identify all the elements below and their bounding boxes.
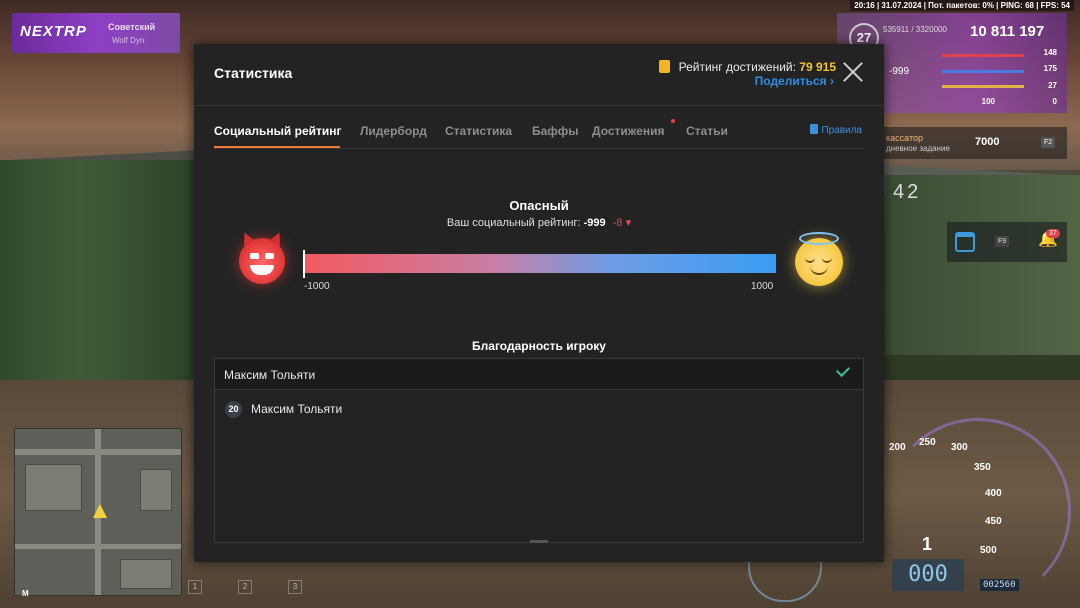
rating-status-line: Ваш социальный рейтинг: -999 -8 ▾ xyxy=(194,216,884,229)
odometer: 002560 xyxy=(980,579,1019,591)
server-brand: NEXTRP xyxy=(20,23,87,40)
angel-emoji-icon xyxy=(795,232,843,286)
trophy-icon xyxy=(659,60,671,73)
job-subtitle: дневное задание xyxy=(886,144,950,153)
minimap-building xyxy=(140,469,172,511)
check-icon xyxy=(835,362,851,378)
gear-indicator: 1 xyxy=(922,534,933,554)
devil-emoji-icon xyxy=(239,230,285,284)
money-counter: 10 811 197 xyxy=(970,23,1045,40)
tab-leaderboard[interactable]: Лидерборд xyxy=(360,124,427,138)
achievement-rating-label: Рейтинг достижений: xyxy=(678,60,796,74)
armor-bar xyxy=(942,70,1024,73)
speedometer: 200 250 300 350 400 450 500 1 000 002560 xyxy=(875,418,1075,608)
speed-tick: 350 xyxy=(974,462,991,473)
health-bar xyxy=(942,54,1024,57)
server-logo: NEXTRP Советский Wolf Dyn xyxy=(12,13,180,53)
list-item[interactable]: 20 Максим Тольяти xyxy=(215,398,863,422)
rating-value: -999 xyxy=(583,217,606,229)
selected-player: Максим Тольяти xyxy=(224,368,316,382)
speed-tick: 300 xyxy=(951,442,968,453)
quick-actions-panel: F9 🔔 37 xyxy=(947,222,1067,262)
achievements-notification-dot xyxy=(671,119,675,123)
tab-articles[interactable]: Статьи xyxy=(686,124,728,138)
rating-delta: -8 ▾ xyxy=(612,217,632,229)
zone-number: 42 xyxy=(893,181,922,203)
speed-tick: 500 xyxy=(980,545,997,556)
achievement-rating: Рейтинг достижений: 79 915 xyxy=(659,60,836,74)
tabs-divider xyxy=(214,148,864,149)
tab-buffs[interactable]: Баффы xyxy=(532,124,579,138)
armor-value: 175 xyxy=(1043,64,1057,73)
hunger-value: 27 xyxy=(1048,81,1057,90)
hotbar-slot[interactable]: 1 xyxy=(188,580,202,594)
wanted-value: 0 xyxy=(1052,97,1057,106)
player-list: 20 Максим Тольяти xyxy=(214,390,864,543)
minimap-road xyxy=(15,544,181,549)
player-id-badge: 20 xyxy=(225,401,242,418)
document-icon xyxy=(810,124,819,134)
minimap-key-label: M xyxy=(22,589,29,598)
social-rating-mini: -999 xyxy=(889,66,910,77)
minimap-building xyxy=(25,464,82,511)
system-info-bar: 20:16 | 31.07.2024 | Пот. пакетов: 0% | … xyxy=(850,0,1074,11)
close-icon[interactable] xyxy=(842,61,864,83)
social-rating-bar xyxy=(304,254,776,273)
server-subtitle: Wolf Dyn xyxy=(112,36,145,45)
xp-counter: 535911 / 3320000 xyxy=(883,25,947,34)
rating-status-title: Опасный xyxy=(509,198,569,213)
server-name: Советский xyxy=(108,22,156,32)
job-hotkey: F2 xyxy=(1041,137,1056,148)
statistics-dialog: Статистика Рейтинг достижений: 79 915 По… xyxy=(194,44,884,562)
player-position-icon xyxy=(93,504,107,518)
notification-count: 37 xyxy=(1046,229,1060,238)
speed-tick: 450 xyxy=(985,516,1002,527)
rating-label: Ваш социальный рейтинг: xyxy=(446,217,581,229)
speed-tick: 200 xyxy=(889,442,906,453)
speed-tick: 250 xyxy=(919,437,936,448)
tab-statistics[interactable]: Статистика xyxy=(445,124,512,138)
scroll-handle[interactable] xyxy=(530,540,548,543)
rating-position-marker xyxy=(303,250,306,278)
gratitude-title: Благодарность игроку xyxy=(472,339,606,353)
player-name: Максим Тольяти xyxy=(251,402,343,416)
rules-link[interactable]: Правила xyxy=(810,124,862,136)
dialog-title: Статистика xyxy=(214,65,293,81)
job-reward: 7000 xyxy=(975,136,1000,148)
tab-social-rating[interactable]: Социальный рейтинг xyxy=(214,124,342,138)
hotbar-slot[interactable]: 3 xyxy=(288,580,302,594)
job-task-panel[interactable]: кассатор дневное задание 7000 F2 xyxy=(880,127,1067,159)
hotbar-slot[interactable]: 2 xyxy=(238,580,252,594)
hunger-bar xyxy=(942,85,1024,88)
rating-scale-min: -1000 xyxy=(304,281,330,292)
speed-readout: 000 xyxy=(892,559,964,591)
achievement-rating-value: 79 915 xyxy=(799,60,836,74)
calendar-icon[interactable] xyxy=(955,232,975,252)
job-name: кассатор xyxy=(886,133,923,143)
shed-left xyxy=(0,160,195,390)
minimap-building xyxy=(120,559,172,589)
share-link[interactable]: Поделиться › xyxy=(755,74,834,88)
minimap[interactable] xyxy=(14,428,182,596)
health-value: 148 xyxy=(1043,48,1057,57)
rating-scale-max: 1000 xyxy=(751,281,774,292)
calendar-hotkey: F9 xyxy=(995,236,1010,247)
rules-label: Правила xyxy=(821,125,862,136)
extra-stat-value: 100 xyxy=(981,97,995,106)
player-select[interactable]: Максим Тольяти xyxy=(214,358,864,390)
header-divider xyxy=(194,105,884,106)
tab-achievements[interactable]: Достижения xyxy=(592,124,664,138)
speed-tick: 400 xyxy=(985,488,1002,499)
